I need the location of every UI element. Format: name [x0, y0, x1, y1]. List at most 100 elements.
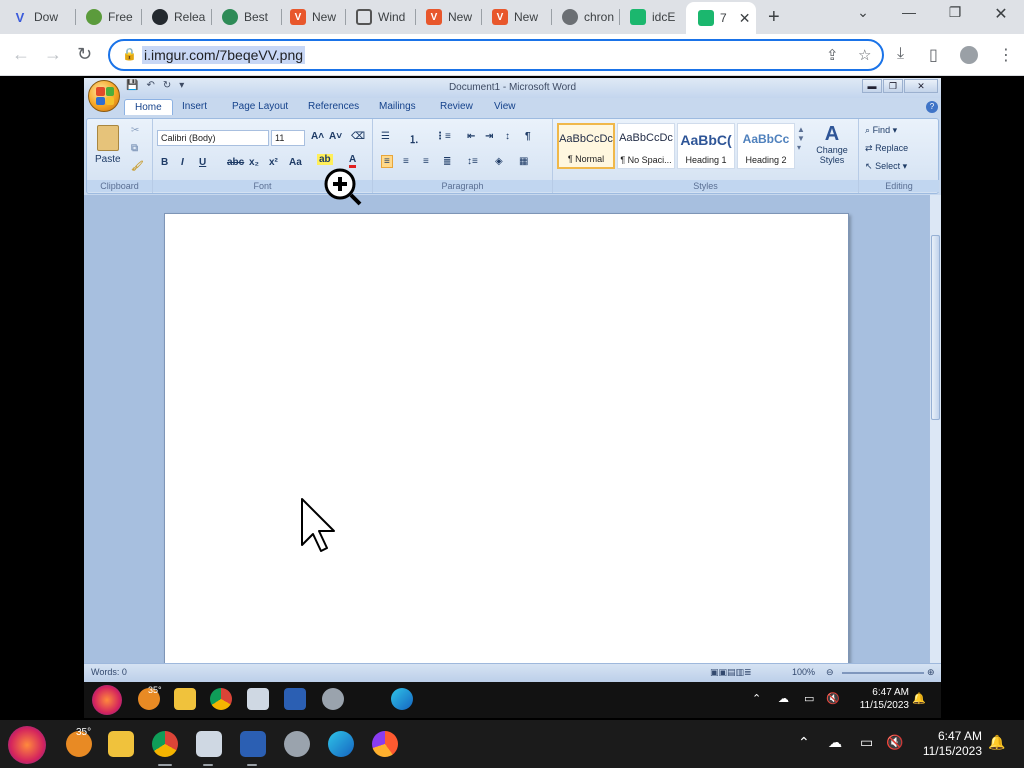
tab-home[interactable]: Home — [124, 99, 173, 115]
network-off-icon[interactable]: ☁ — [828, 734, 842, 751]
firefox-icon[interactable] — [372, 731, 398, 757]
browser-tab-4[interactable]: Best — [210, 4, 282, 30]
font-name-combo[interactable]: Calibri (Body) — [157, 130, 269, 146]
multilevel-list-icon[interactable]: ⋮≡ — [435, 131, 451, 142]
styles-scroll-icon[interactable]: ▲ ▼ ▾ — [797, 125, 805, 152]
address-bar[interactable]: 🔒 i.imgur.com/7beqeVV.png ⇪ ☆ — [108, 39, 884, 71]
close-window-icon[interactable]: ✕ — [989, 4, 1013, 24]
zoom-level[interactable]: 100% — [792, 667, 815, 677]
style-heading-1[interactable]: AaBbC( Heading 1 — [677, 123, 735, 169]
style-normal[interactable]: AaBbCcDc ¶ Normal — [557, 123, 615, 169]
shading-icon[interactable]: ◈ — [495, 156, 503, 167]
select-button[interactable]: ↖ Select ▾ — [865, 161, 907, 172]
numbering-icon[interactable]: ⒈ — [409, 131, 419, 146]
close-tab-icon[interactable]: ✕ — [739, 10, 751, 27]
cut-icon[interactable]: ✂ — [131, 125, 139, 136]
align-right-icon[interactable]: ≡ — [423, 156, 429, 167]
subscript-icon[interactable]: x₂ — [249, 157, 259, 168]
restore-icon[interactable]: ❐ — [943, 4, 967, 21]
browser-tab-1[interactable]: V Dow — [0, 4, 76, 30]
browser-tab-5[interactable]: V New — [278, 4, 346, 30]
tab-mailings[interactable]: Mailings — [379, 101, 416, 112]
side-panel-icon[interactable]: ▯ — [929, 45, 938, 65]
vertical-scrollbar[interactable] — [929, 195, 941, 663]
format-painter-icon[interactable]: 🖌 — [131, 161, 144, 172]
increase-indent-icon[interactable]: ⇥ — [485, 131, 493, 142]
chevron-down-icon[interactable]: ⌄ — [851, 4, 875, 21]
address-url[interactable]: i.imgur.com/7beqeVV.png — [142, 46, 306, 64]
line-spacing-icon[interactable]: ↕≡ — [467, 156, 478, 167]
chrome-icon[interactable] — [210, 688, 232, 710]
undo-icon[interactable]: ↶ — [146, 80, 154, 91]
word-taskbar-icon[interactable] — [240, 731, 266, 757]
clear-formatting-icon[interactable]: ⌫ — [351, 131, 365, 142]
scroll-thumb[interactable] — [931, 235, 940, 420]
customize-qat-icon[interactable]: ▾ — [179, 80, 184, 91]
underline-icon[interactable]: U — [199, 157, 206, 168]
change-styles-button[interactable]: A Change Styles — [809, 123, 855, 165]
justify-icon[interactable]: ≣ — [443, 156, 451, 167]
settings-icon[interactable] — [322, 688, 344, 710]
tab-insert[interactable]: Insert — [182, 101, 207, 112]
browser-tab-10[interactable]: idcE — [618, 4, 686, 30]
forward-icon[interactable]: → — [44, 44, 62, 65]
document-page[interactable] — [164, 213, 849, 673]
volume-icon[interactable]: 🔇 — [886, 734, 903, 751]
download-icon[interactable]: ⤓ — [897, 45, 904, 63]
notification-bell-icon[interactable]: 🔔 — [912, 692, 926, 705]
tray-chevron-icon[interactable]: ⌃ — [752, 692, 761, 705]
tray-chevron-icon[interactable]: ⌃ — [798, 734, 810, 751]
photos-icon[interactable] — [247, 688, 269, 710]
file-explorer-icon[interactable] — [108, 731, 134, 757]
view-buttons-icon[interactable]: ▣▣▤▥≣ — [710, 667, 752, 678]
help-icon[interactable]: ? — [926, 101, 938, 113]
redo-icon[interactable]: ↻ — [163, 80, 171, 91]
app-circle-icon[interactable] — [8, 726, 46, 764]
browser-tab-7[interactable]: V New — [414, 4, 482, 30]
browser-tab-6[interactable]: Wind — [344, 4, 416, 30]
sort-icon[interactable]: ↕ — [505, 131, 510, 142]
word-minimize-icon[interactable]: ▬ — [862, 79, 882, 93]
minimize-icon[interactable]: — — [897, 4, 921, 20]
bold-icon[interactable]: B — [161, 157, 168, 168]
replace-button[interactable]: ⇄ Replace — [865, 143, 908, 154]
browser-tab-9[interactable]: chron — [550, 4, 620, 30]
style-heading-2[interactable]: AaBbCc Heading 2 — [737, 123, 795, 169]
tab-view[interactable]: View — [494, 101, 516, 112]
zoom-in-icon[interactable]: ⊕ — [927, 667, 935, 678]
browser-tab-8[interactable]: V New — [480, 4, 552, 30]
copy-icon[interactable]: ⧉ — [131, 143, 138, 154]
notification-bell-icon[interactable]: 🔔 — [988, 734, 1005, 751]
show-hide-marks-icon[interactable]: ¶ — [525, 131, 531, 142]
taskbar-clock[interactable]: 6:47 AM 11/15/2023 — [916, 729, 982, 759]
kebab-menu-icon[interactable]: ⋮ — [998, 45, 1014, 65]
screenshot-clock[interactable]: 6:47 AM 11/15/2023 — [860, 686, 909, 712]
borders-icon[interactable]: ▦ — [519, 156, 528, 167]
bookmark-star-icon[interactable]: ☆ — [858, 46, 871, 64]
tab-review[interactable]: Review — [440, 101, 473, 112]
paste-icon[interactable] — [97, 125, 119, 151]
zoom-slider[interactable] — [842, 672, 924, 674]
edge-icon[interactable] — [391, 688, 413, 710]
find-button[interactable]: ⌕ Find ▾ — [865, 125, 897, 136]
browser-tab-2[interactable]: Free — [74, 4, 142, 30]
profile-avatar-icon[interactable] — [960, 46, 978, 64]
chrome-icon[interactable] — [152, 731, 178, 757]
style-no-spacing[interactable]: AaBbCcDc ¶ No Spaci... — [617, 123, 675, 169]
zoom-out-icon[interactable]: ⊖ — [826, 667, 834, 678]
word-count[interactable]: Words: 0 — [91, 667, 127, 677]
volume-icon[interactable]: 🔇 — [826, 692, 840, 705]
network-off-icon[interactable]: ☁ — [778, 692, 789, 705]
word-close-icon[interactable]: ✕ — [904, 79, 938, 93]
office-button[interactable] — [88, 80, 120, 112]
file-explorer-icon[interactable] — [174, 688, 196, 710]
display-icon[interactable]: ▭ — [860, 734, 873, 751]
share-icon[interactable]: ⇪ — [826, 46, 839, 64]
photos-icon[interactable] — [196, 731, 222, 757]
bullets-icon[interactable]: ☰ — [381, 131, 390, 142]
superscript-icon[interactable]: x² — [269, 157, 278, 168]
font-size-combo[interactable]: 11 — [271, 130, 305, 146]
strikethrough-icon[interactable]: abc — [227, 157, 244, 168]
browser-tab-active[interactable]: 7 ✕ — [686, 2, 756, 34]
display-icon[interactable]: ▭ — [804, 692, 814, 705]
